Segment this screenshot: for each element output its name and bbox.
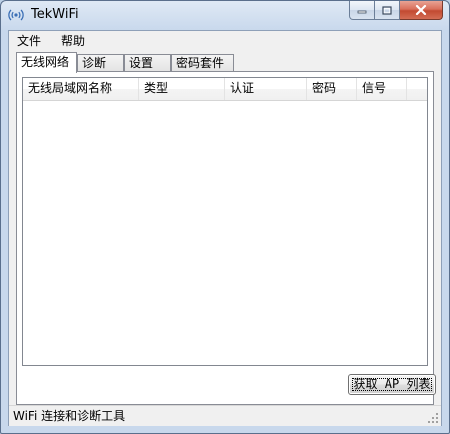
get-ap-list-button[interactable]: 获取 AP 列表 [348, 374, 436, 395]
tab-wireless-network[interactable]: 无线网络 [16, 52, 77, 73]
column-header-ssid[interactable]: 无线局域网名称 [23, 78, 139, 100]
menu-help[interactable]: 帮助 [61, 34, 85, 48]
window-title: TekWiFi [31, 7, 79, 22]
column-header-type[interactable]: 类型 [139, 78, 225, 100]
close-button[interactable] [400, 1, 443, 20]
minimize-button[interactable] [349, 1, 375, 20]
tab-diagnosis[interactable]: 诊断 [77, 54, 124, 71]
close-icon [415, 5, 427, 15]
tab-label: 设置 [129, 56, 154, 70]
status-bar: WiFi 连接和诊断工具 [9, 405, 441, 426]
tab-cipher-suite[interactable]: 密码套件 [171, 54, 234, 71]
caption-buttons [349, 1, 443, 21]
menu-bar: 文件 帮助 [9, 31, 441, 50]
minimize-icon [357, 10, 367, 14]
app-window: TekWiFi 文件 帮助 无线网络 诊断 设置 密码套件 无线局域网名称 类型… [0, 0, 450, 434]
ap-list-header: 无线局域网名称 类型 认证 密码 信号 [23, 78, 427, 101]
client-area: 文件 帮助 无线网络 诊断 设置 密码套件 无线局域网名称 类型 认证 密码 信… [8, 30, 442, 426]
column-header-auth[interactable]: 认证 [225, 78, 307, 100]
tab-label: 无线网络 [21, 55, 70, 69]
ap-list[interactable]: 无线局域网名称 类型 认证 密码 信号 [22, 77, 428, 366]
status-text: WiFi 连接和诊断工具 [13, 409, 126, 423]
resize-grip-icon[interactable] [427, 412, 439, 424]
column-header-signal[interactable]: 信号 [357, 78, 407, 100]
wireless-network-panel: 无线局域网名称 类型 认证 密码 信号 获取 AP 列表 [16, 71, 436, 405]
title-bar[interactable]: TekWiFi [1, 1, 449, 30]
maximize-button[interactable] [375, 1, 400, 20]
menu-file[interactable]: 文件 [17, 34, 41, 48]
tab-label: 密码套件 [176, 56, 225, 70]
wifi-signal-icon [8, 9, 24, 21]
tab-label: 诊断 [82, 56, 107, 70]
maximize-icon [382, 5, 392, 15]
tab-settings[interactable]: 设置 [124, 54, 171, 71]
get-ap-list-label: 获取 AP 列表 [353, 377, 431, 391]
column-header-cipher[interactable]: 密码 [307, 78, 357, 100]
